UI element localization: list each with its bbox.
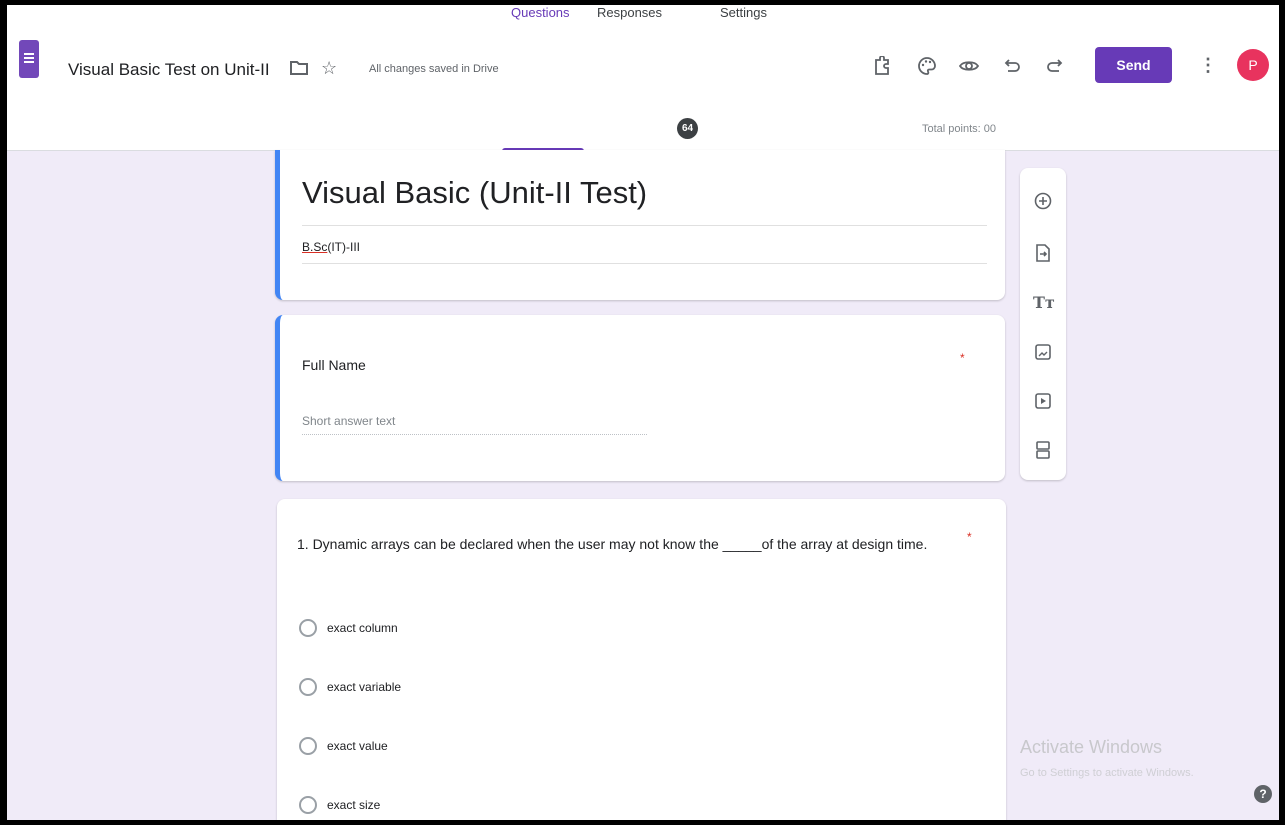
option-item[interactable]: exact size bbox=[299, 794, 380, 816]
description-spellcheck-word: B.Sc bbox=[302, 240, 328, 254]
form-description[interactable]: B.Sc(IT)-III bbox=[302, 240, 360, 254]
form-title-card[interactable]: Visual Basic (Unit-II Test) B.Sc(IT)-III bbox=[275, 150, 1005, 300]
tab-questions[interactable]: Questions bbox=[511, 5, 570, 20]
forms-logo-icon[interactable] bbox=[19, 40, 39, 78]
question-label: Full Name bbox=[302, 357, 366, 373]
palette-icon[interactable] bbox=[917, 56, 937, 80]
short-answer-field[interactable] bbox=[302, 407, 647, 435]
option-label: exact size bbox=[327, 798, 381, 812]
question-text: 1. Dynamic arrays can be declared when t… bbox=[297, 536, 928, 552]
question-toolbar: Tт bbox=[1020, 168, 1066, 480]
responses-count-badge: 64 bbox=[677, 118, 698, 139]
document-title[interactable]: Visual Basic Test on Unit-II bbox=[68, 60, 270, 80]
add-section-icon[interactable] bbox=[1033, 440, 1053, 460]
option-item[interactable]: exact column bbox=[299, 617, 398, 639]
radio-button[interactable] bbox=[299, 678, 317, 696]
total-points: Total points: 00 bbox=[922, 123, 996, 135]
avatar[interactable]: P bbox=[1237, 49, 1269, 81]
addon-icon[interactable] bbox=[873, 55, 891, 80]
description-rest: (IT)-III bbox=[327, 240, 360, 254]
add-question-icon[interactable] bbox=[1033, 191, 1053, 211]
add-image-icon[interactable] bbox=[1033, 342, 1053, 362]
question-card-full-name[interactable]: Full Name * bbox=[275, 315, 1005, 481]
activate-windows-subtitle: Go to Settings to activate Windows. bbox=[1020, 767, 1194, 779]
save-status: All changes saved in Drive bbox=[369, 63, 499, 75]
radio-button[interactable] bbox=[299, 619, 317, 637]
option-label: exact variable bbox=[327, 680, 402, 694]
redo-icon[interactable] bbox=[1045, 56, 1063, 80]
help-icon[interactable]: ? bbox=[1254, 785, 1272, 803]
activate-windows-watermark: Activate Windows bbox=[1020, 737, 1163, 757]
option-label: exact column bbox=[327, 621, 398, 635]
send-button[interactable]: Send bbox=[1095, 47, 1172, 83]
form-title[interactable]: Visual Basic (Unit-II Test) bbox=[302, 175, 647, 211]
more-vert-icon[interactable]: ⋮ bbox=[1199, 55, 1217, 75]
add-video-icon[interactable] bbox=[1033, 391, 1053, 411]
question-card-1[interactable]: 1. Dynamic arrays can be declared when t… bbox=[277, 499, 1006, 820]
folder-icon[interactable] bbox=[290, 60, 308, 80]
undo-icon[interactable] bbox=[1004, 56, 1022, 80]
option-label: exact value bbox=[327, 739, 388, 753]
add-title-icon[interactable]: Tт bbox=[1033, 293, 1055, 313]
radio-button[interactable] bbox=[299, 796, 317, 814]
eye-icon[interactable] bbox=[958, 56, 980, 80]
tab-settings[interactable]: Settings bbox=[720, 5, 767, 20]
option-item[interactable]: exact value bbox=[299, 735, 388, 757]
header-bar: Visual Basic Test on Unit-II ☆ All chang… bbox=[7, 5, 1279, 151]
required-marker: * bbox=[967, 530, 972, 544]
radio-button[interactable] bbox=[299, 737, 317, 755]
divider bbox=[302, 263, 987, 264]
divider bbox=[302, 225, 987, 226]
tab-responses[interactable]: Responses bbox=[597, 5, 662, 20]
star-icon[interactable]: ☆ bbox=[321, 58, 337, 78]
import-questions-icon[interactable] bbox=[1033, 243, 1053, 263]
option-item[interactable]: exact variable bbox=[299, 676, 401, 698]
forms-editor: Visual Basic Test on Unit-II ☆ All chang… bbox=[7, 5, 1279, 820]
required-marker: * bbox=[960, 351, 965, 365]
